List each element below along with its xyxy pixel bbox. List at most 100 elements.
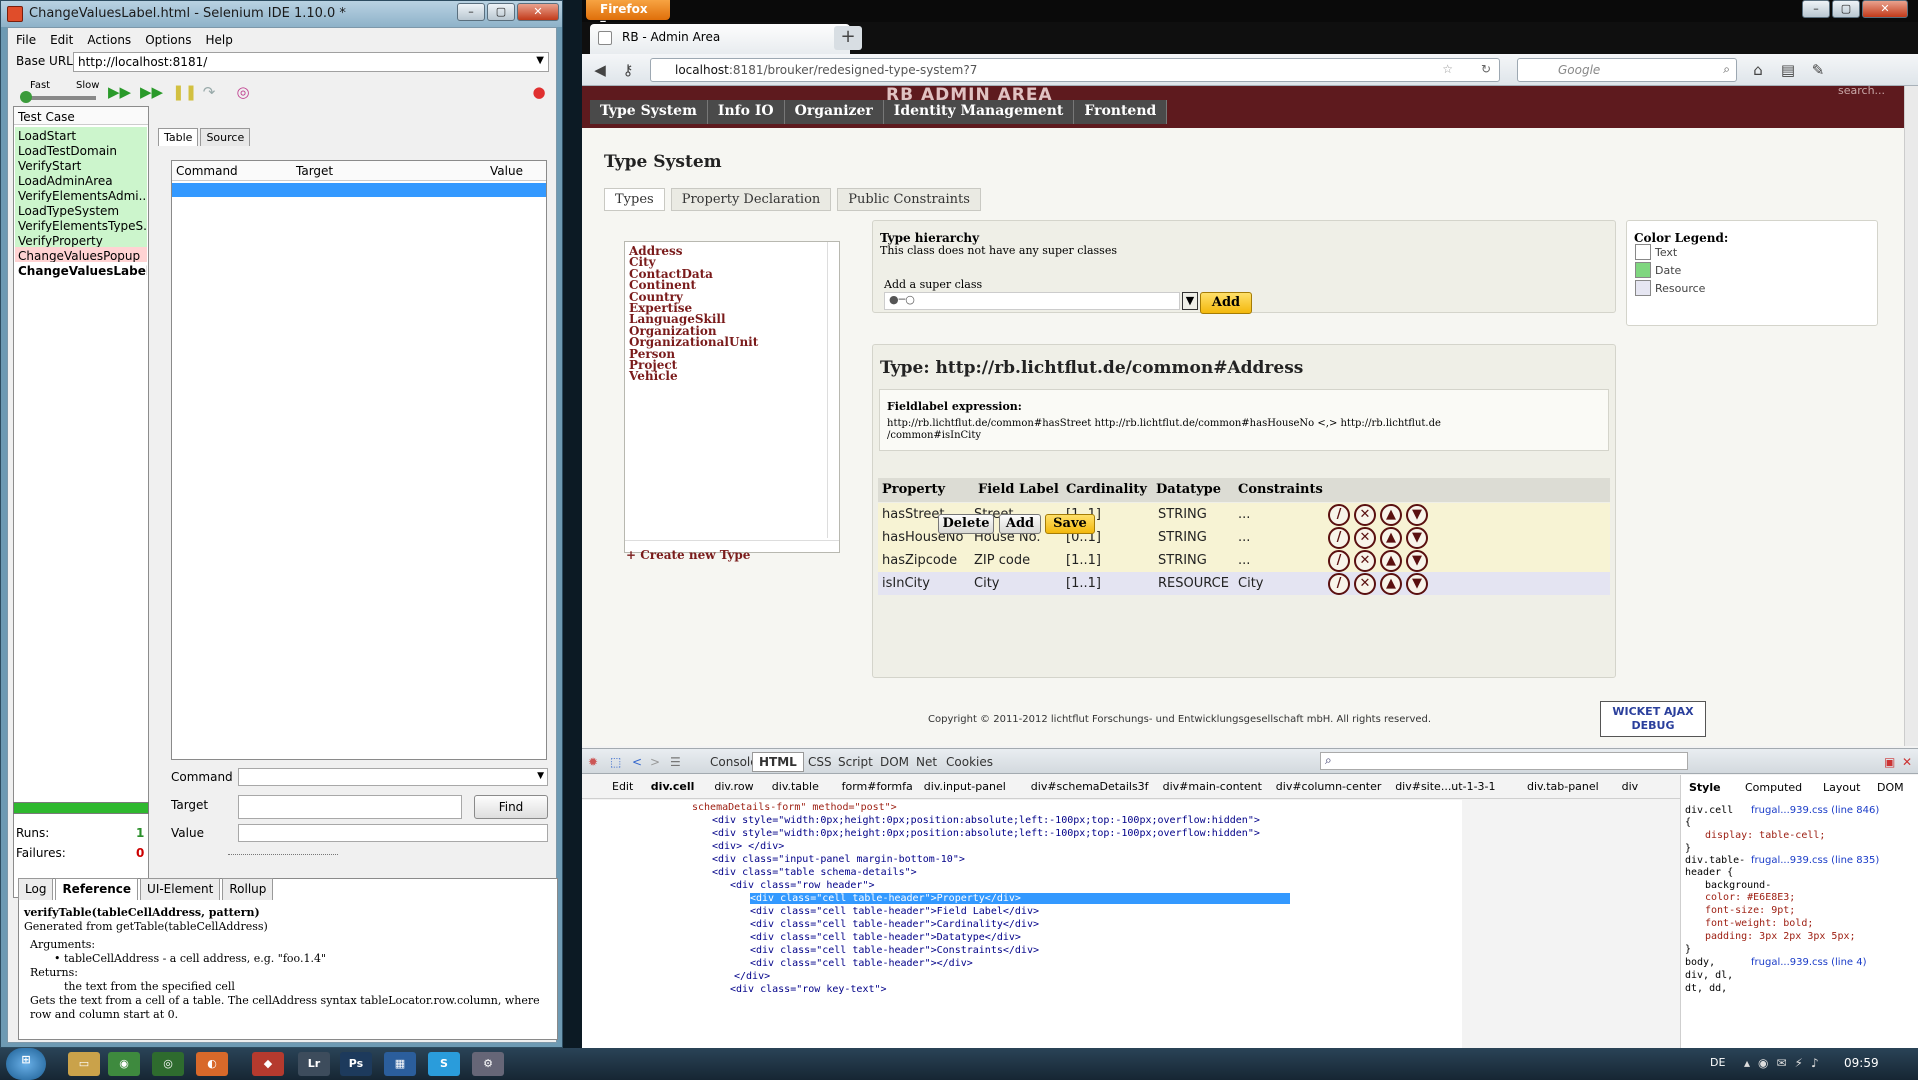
firebug-tab[interactable]: Script: [838, 755, 873, 769]
code-line[interactable]: <div class="cell table-header">Datatype<…: [750, 932, 1021, 943]
tab-property-declaration[interactable]: Property Declaration: [670, 188, 832, 211]
firebug-close-icon[interactable]: ✕: [1902, 755, 1912, 769]
skype-icon[interactable]: S: [428, 1052, 460, 1076]
move-down-icon[interactable]: ▼: [1406, 504, 1428, 526]
extension-icon[interactable]: ✎: [1808, 61, 1828, 79]
breadcrumb-item[interactable]: form#formfa: [842, 780, 913, 793]
firebug-search-input[interactable]: ⌕: [1320, 752, 1688, 770]
menu-options[interactable]: Options: [145, 33, 191, 47]
add-property-button[interactable]: Add: [999, 514, 1041, 534]
nav-item[interactable]: Identity Management: [883, 100, 1075, 124]
code-line[interactable]: <div class="cell table-header">Constrain…: [750, 945, 1039, 956]
base-url-input[interactable]: http://localhost:8181/ ▼: [73, 52, 549, 72]
value-input[interactable]: [238, 824, 548, 842]
move-up-icon[interactable]: ▲: [1380, 504, 1402, 526]
move-down-icon[interactable]: ▼: [1406, 573, 1428, 595]
photoshop-icon[interactable]: Ps: [340, 1052, 372, 1076]
speed-knob[interactable]: [20, 91, 32, 103]
page-scrollbar[interactable]: [1904, 86, 1918, 746]
chrome-icon[interactable]: ◉: [108, 1052, 140, 1076]
app-icon[interactable]: ▦: [384, 1052, 416, 1076]
breadcrumb-item[interactable]: div.table: [772, 780, 819, 793]
home-icon[interactable]: ⌂: [1748, 61, 1768, 79]
wicket-ajax-debug-link[interactable]: WICKET AJAX DEBUG: [1600, 701, 1706, 737]
explorer-icon[interactable]: ▭: [68, 1052, 100, 1076]
breadcrumb-item[interactable]: div#main-content: [1163, 780, 1262, 793]
tab-table[interactable]: Table: [158, 128, 199, 146]
page-search[interactable]: search...: [1838, 86, 1885, 97]
minimize-button[interactable]: –: [457, 3, 485, 21]
code-line[interactable]: </div>: [734, 971, 770, 982]
record-icon[interactable]: ●: [528, 82, 550, 102]
breadcrumb-item[interactable]: div.input-panel: [924, 780, 1006, 793]
edit-icon[interactable]: /: [1328, 550, 1350, 572]
breadcrumb-item[interactable]: div#schemaDetails3f: [1031, 780, 1149, 793]
code-line[interactable]: <div class="cell table-header">Cardinali…: [750, 919, 1039, 930]
table-row[interactable]: isInCity City [1..1] RESOURCE City / ✕ ▲ ▼: [878, 572, 1610, 595]
breadcrumb-item[interactable]: div#site...ut-1-3-1: [1395, 780, 1495, 793]
move-up-icon[interactable]: ▲: [1380, 527, 1402, 549]
ff-minimize-button[interactable]: –: [1802, 0, 1830, 18]
firefox-menu-button[interactable]: Firefox ▾: [586, 0, 670, 30]
col-target[interactable]: Target: [292, 161, 337, 181]
key-icon[interactable]: ⚷: [618, 61, 638, 79]
add-super-button[interactable]: Add: [1200, 292, 1252, 314]
type-list-scrollbar[interactable]: [827, 242, 839, 538]
menu-actions[interactable]: Actions: [87, 33, 131, 47]
nav-item[interactable]: Frontend: [1074, 100, 1168, 124]
close-button[interactable]: ✕: [517, 3, 559, 21]
code-line[interactable]: schemaDetails-form" method="post">: [692, 802, 897, 813]
delete-icon[interactable]: ✕: [1354, 504, 1376, 526]
ff-maximize-button[interactable]: ▢: [1832, 0, 1860, 18]
firebug-tab[interactable]: Net: [916, 755, 937, 769]
selected-command-row[interactable]: [172, 183, 546, 197]
lightroom-icon[interactable]: Lr: [298, 1052, 330, 1076]
spotify-icon[interactable]: ◎: [152, 1052, 184, 1076]
inspect-icon[interactable]: ⬚: [610, 755, 621, 769]
url-bar[interactable]: localhost:8181/brouker/redesigned-type-s…: [650, 58, 1500, 82]
tab-log[interactable]: Log: [18, 878, 54, 900]
dropdown-icon[interactable]: ▼: [1182, 292, 1198, 310]
search-bar[interactable]: Google ⌕: [1517, 58, 1737, 82]
splitter-handle[interactable]: [228, 854, 338, 860]
code-line[interactable]: <div class="cell table-header">Property<…: [750, 893, 1290, 904]
style-panel-tab[interactable]: Style: [1689, 781, 1721, 794]
col-value[interactable]: Value: [486, 161, 527, 181]
code-line[interactable]: <div style="width:0px;height:0px;positio…: [712, 828, 1260, 839]
search-icon[interactable]: ⌕: [1723, 62, 1730, 77]
tab-source[interactable]: Source: [200, 128, 251, 146]
speed-track[interactable]: [22, 96, 96, 100]
firebug-tab[interactable]: CSS: [808, 755, 832, 769]
firebug-tab[interactable]: HTML: [752, 752, 804, 772]
panel-menu-icon[interactable]: ☰: [670, 755, 681, 769]
start-button[interactable]: ⊞: [6, 1048, 46, 1080]
edit-icon[interactable]: /: [1328, 527, 1350, 549]
tray-icons[interactable]: ▴◉✉⚡♪: [1744, 1056, 1827, 1070]
code-line[interactable]: <div class="cell table-header">Field Lab…: [750, 906, 1039, 917]
firebug-tab[interactable]: Console: [710, 755, 758, 769]
code-line[interactable]: <div class="cell table-header"></div>: [750, 958, 973, 969]
ff-close-button[interactable]: ✕: [1862, 0, 1908, 18]
settings-icon[interactable]: ⚙: [472, 1052, 504, 1076]
tab-ui-element[interactable]: UI-Element: [140, 878, 221, 900]
git-icon[interactable]: ◆: [252, 1052, 284, 1076]
breadcrumb-item[interactable]: div.cell: [651, 780, 695, 793]
super-class-input[interactable]: ●─○: [884, 292, 1180, 310]
test-case-item[interactable]: ChangeValuesLabel *: [15, 262, 147, 280]
code-line[interactable]: <div class="row header">: [730, 880, 875, 891]
table-row[interactable]: hasZipcode ZIP code [1..1] STRING... / ✕ ▲ ▼: [878, 549, 1610, 572]
firefox-taskbar-icon[interactable]: ◐: [196, 1052, 228, 1076]
style-panel-tab[interactable]: DOM: [1877, 781, 1904, 794]
col-command[interactable]: Command: [172, 161, 242, 181]
firebug-tab[interactable]: Cookies: [946, 755, 993, 769]
menu-file[interactable]: File: [16, 33, 36, 47]
breadcrumb-item[interactable]: div: [1622, 780, 1639, 793]
move-down-icon[interactable]: ▼: [1406, 550, 1428, 572]
move-up-icon[interactable]: ▲: [1380, 573, 1402, 595]
breadcrumb-item[interactable]: div#column-center: [1276, 780, 1382, 793]
target-input[interactable]: [238, 795, 462, 819]
pause-icon[interactable]: ❚❚: [172, 82, 197, 102]
breadcrumb-item[interactable]: Edit: [612, 780, 633, 793]
selenium-titlebar[interactable]: ChangeValuesLabel.html - Selenium IDE 1.…: [1, 1, 562, 27]
delete-icon[interactable]: ✕: [1354, 550, 1376, 572]
